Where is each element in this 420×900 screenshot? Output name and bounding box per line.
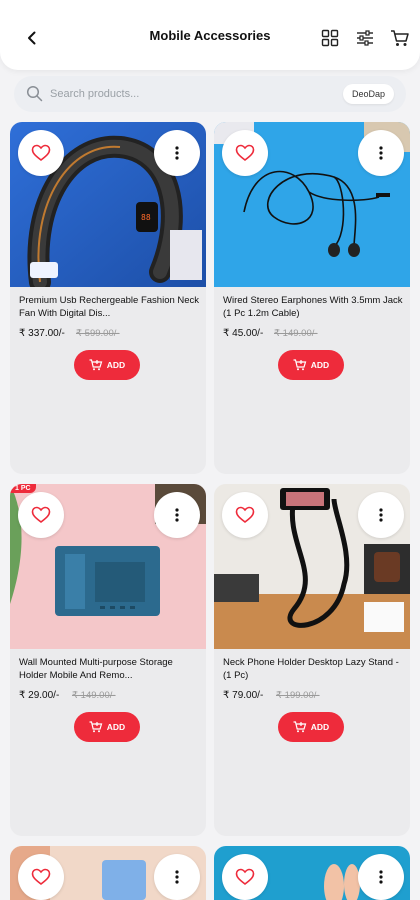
wishlist-button[interactable] <box>222 492 268 538</box>
product-name[interactable]: Neck Phone Holder Desktop Lazy Stand - (… <box>223 656 405 682</box>
wishlist-button[interactable] <box>18 130 64 176</box>
product-card[interactable] <box>214 846 410 900</box>
more-vertical-icon <box>175 870 179 884</box>
add-to-cart-button[interactable]: ADD <box>278 350 344 380</box>
more-vertical-icon <box>379 870 383 884</box>
add-to-cart-button[interactable]: ADD <box>74 350 140 380</box>
more-options-button[interactable] <box>358 492 404 538</box>
more-vertical-icon <box>379 146 383 160</box>
grid-view-button[interactable] <box>316 24 344 52</box>
product-name[interactable]: Wall Mounted Multi-purpose Storage Holde… <box>19 656 201 682</box>
product-mrp: ₹ 599.00/- <box>76 328 120 339</box>
search-icon <box>26 85 43 102</box>
add-cart-icon <box>89 359 103 371</box>
filter-button[interactable] <box>351 24 379 52</box>
heart-icon <box>235 144 255 162</box>
product-mrp: ₹ 199.00/- <box>276 690 320 701</box>
heart-icon <box>31 144 51 162</box>
more-options-button[interactable] <box>358 130 404 176</box>
brand-chip[interactable]: DeoDap <box>342 84 394 104</box>
product-card[interactable]: 88 Premium Usb Rechergeable Fashion Neck… <box>10 122 206 474</box>
product-name[interactable]: Premium Usb Rechergeable Fashion Neck Fa… <box>19 294 201 320</box>
heart-icon <box>235 868 255 886</box>
add-to-cart-button[interactable]: ADD <box>74 712 140 742</box>
more-options-button[interactable] <box>154 492 200 538</box>
more-vertical-icon <box>175 146 179 160</box>
pack-tag: 1 PC <box>10 484 36 493</box>
heart-icon <box>235 506 255 524</box>
add-label: ADD <box>310 360 330 370</box>
cart-button[interactable] <box>386 24 414 52</box>
product-price: ₹ 29.00/- <box>19 690 60 701</box>
product-name[interactable]: Wired Stereo Earphones With 3.5mm Jack (… <box>223 294 405 320</box>
heart-icon <box>31 506 51 524</box>
wishlist-button[interactable] <box>18 854 64 900</box>
add-to-cart-button[interactable]: ADD <box>278 712 344 742</box>
add-cart-icon <box>293 359 307 371</box>
wishlist-button[interactable] <box>18 492 64 538</box>
svg-text:88: 88 <box>141 213 151 222</box>
more-options-button[interactable] <box>154 130 200 176</box>
add-label: ADD <box>106 722 126 732</box>
product-price: ₹ 45.00/- <box>223 328 264 339</box>
add-label: ADD <box>106 360 126 370</box>
more-vertical-icon <box>175 508 179 522</box>
more-options-button[interactable] <box>358 854 404 900</box>
more-options-button[interactable] <box>154 854 200 900</box>
search-bar: DeoDap <box>14 76 406 112</box>
search-input[interactable] <box>50 76 340 112</box>
grid-view-icon <box>321 29 339 47</box>
app-header: Mobile Accessories <box>0 0 420 70</box>
filter-sliders-icon <box>357 30 373 46</box>
heart-icon <box>31 868 51 886</box>
product-card[interactable]: Wired Stereo Earphones With 3.5mm Jack (… <box>214 122 410 474</box>
more-vertical-icon <box>379 508 383 522</box>
product-card[interactable] <box>10 846 206 900</box>
product-mrp: ₹ 149.00/- <box>274 328 318 339</box>
add-label: ADD <box>310 722 330 732</box>
add-cart-icon <box>89 721 103 733</box>
product-card[interactable]: Neck Phone Holder Desktop Lazy Stand - (… <box>214 484 410 836</box>
product-price: ₹ 79.00/- <box>223 690 264 701</box>
product-card[interactable]: 1 PC Wall Mounted Multi-purpose Storage … <box>10 484 206 836</box>
product-mrp: ₹ 149.00/- <box>72 690 116 701</box>
wishlist-button[interactable] <box>222 130 268 176</box>
add-cart-icon <box>293 721 307 733</box>
wishlist-button[interactable] <box>222 854 268 900</box>
product-price: ₹ 337.00/- <box>19 328 65 339</box>
cart-icon <box>391 30 409 46</box>
